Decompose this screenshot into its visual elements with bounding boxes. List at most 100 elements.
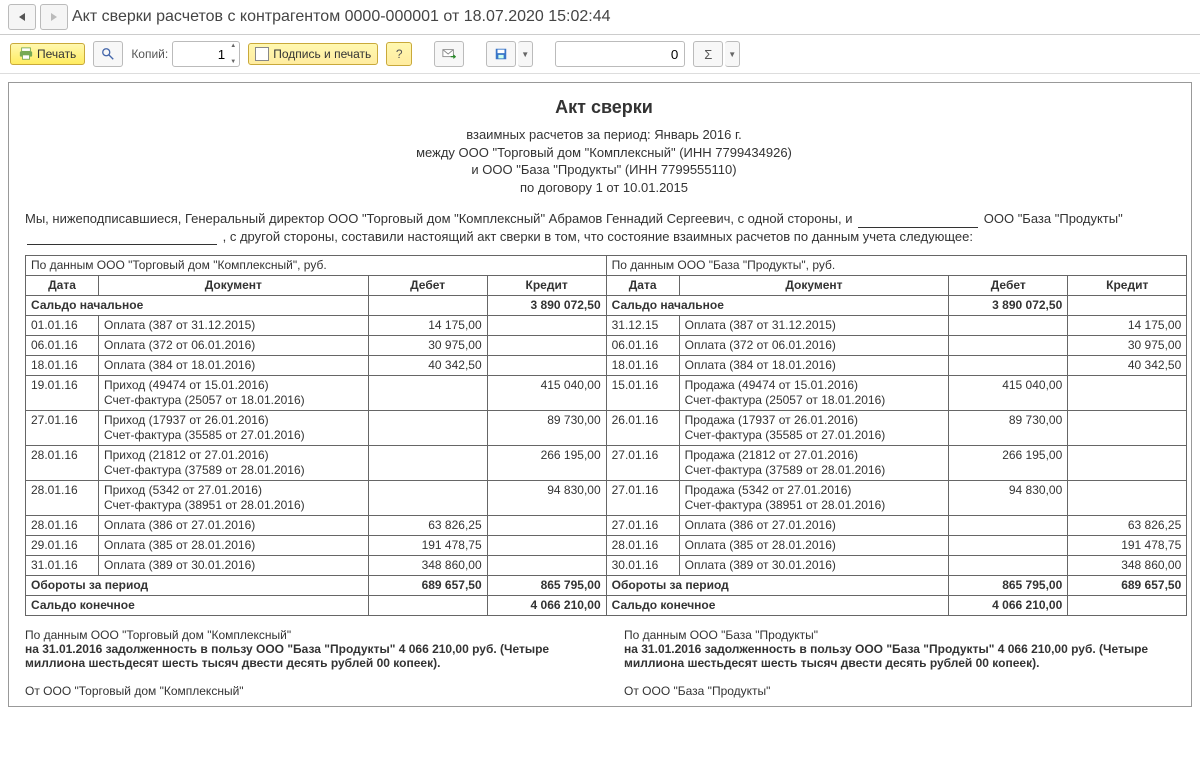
footer-from-right: От ООО "База "Продукты" <box>624 684 1183 698</box>
cell-doc-left: Оплата (372 от 06.01.2016) <box>99 336 369 356</box>
turnover-label-left: Обороты за период <box>26 576 369 596</box>
table-row: 01.01.16Оплата (387 от 31.12.2015)14 175… <box>26 316 1187 336</box>
cell-credit-right: 348 860,00 <box>1068 556 1187 576</box>
cell-debit-left <box>368 481 487 516</box>
table-row: 31.01.16Оплата (389 от 30.01.2016)348 86… <box>26 556 1187 576</box>
col-doc-right: Документ <box>679 276 949 296</box>
cell-date-left: 01.01.16 <box>26 316 99 336</box>
footer: По данным ООО "Торговый дом "Комплексный… <box>25 628 1183 698</box>
number-input[interactable] <box>555 41 685 67</box>
preamble: Мы, нижеподписавшиеся, Генеральный дирек… <box>25 210 1183 245</box>
cell-date-left: 19.01.16 <box>26 376 99 411</box>
cell-credit-right <box>1068 376 1187 411</box>
nav-forward-button[interactable] <box>40 4 68 30</box>
window-title: Акт сверки расчетов с контрагентом 0000-… <box>72 8 611 26</box>
closing-credit-left: 4 066 210,00 <box>487 596 606 616</box>
cell-doc-left: Оплата (384 от 18.01.2016) <box>99 356 369 376</box>
preview-button[interactable] <box>93 41 123 67</box>
cell-doc-right: Оплата (384 от 18.01.2016) <box>679 356 949 376</box>
footer-from-left: От ООО "Торговый дом "Комплексный" <box>25 684 584 698</box>
cell-doc-left: Оплата (387 от 31.12.2015) <box>99 316 369 336</box>
table-row: 29.01.16Оплата (385 от 28.01.2016)191 47… <box>26 536 1187 556</box>
sign-and-print-label: Подпись и печать <box>273 47 371 61</box>
right-section-header: По данным ООО "База "Продукты", руб. <box>606 256 1187 276</box>
cell-doc-right: Продажа (21812 от 27.01.2016)Счет-фактур… <box>679 446 949 481</box>
cell-date-left: 18.01.16 <box>26 356 99 376</box>
cell-debit-left: 191 478,75 <box>368 536 487 556</box>
cell-date-left: 28.01.16 <box>26 446 99 481</box>
chevron-down-icon: ▼ <box>521 50 529 59</box>
print-button[interactable]: Печать <box>10 43 85 65</box>
cell-doc-right: Оплата (387 от 31.12.2015) <box>679 316 949 336</box>
cell-debit-right <box>949 316 1068 336</box>
cell-date-right: 18.01.16 <box>606 356 679 376</box>
cell-doc-left: Приход (49474 от 15.01.2016)Счет-фактура… <box>99 376 369 411</box>
cell-credit-left: 89 730,00 <box>487 411 606 446</box>
printer-icon <box>19 47 33 61</box>
cell-debit-left: 348 860,00 <box>368 556 487 576</box>
closing-debit-left <box>368 596 487 616</box>
doc-sub-line-3: и ООО "База "Продукты" (ИНН 7799555110) <box>17 161 1191 179</box>
row-closing-balance: Сальдо конечное 4 066 210,00 Сальдо коне… <box>26 596 1187 616</box>
closing-label-right: Сальдо конечное <box>606 596 949 616</box>
cell-debit-right: 415 040,00 <box>949 376 1068 411</box>
help-button[interactable]: ? <box>386 42 412 66</box>
footer-source-right: По данным ООО "База "Продукты" <box>624 628 1183 642</box>
cell-credit-left <box>487 556 606 576</box>
cell-debit-left: 30 975,00 <box>368 336 487 356</box>
spin-up-icon: ▲ <box>228 43 238 49</box>
cell-doc-right: Продажа (17937 от 26.01.2016)Счет-фактур… <box>679 411 949 446</box>
opening-debit-right: 3 890 072,50 <box>949 296 1068 316</box>
send-email-button[interactable] <box>434 41 464 67</box>
cell-debit-right <box>949 336 1068 356</box>
cell-date-right: 15.01.16 <box>606 376 679 411</box>
cell-credit-left <box>487 516 606 536</box>
sum-button[interactable]: Σ <box>693 41 723 67</box>
cell-doc-left: Оплата (385 от 28.01.2016) <box>99 536 369 556</box>
cell-doc-left: Оплата (389 от 30.01.2016) <box>99 556 369 576</box>
cell-date-left: 27.01.16 <box>26 411 99 446</box>
cell-credit-left: 266 195,00 <box>487 446 606 481</box>
copies-spinner[interactable]: ▲ ▼ <box>228 43 238 65</box>
closing-debit-right: 4 066 210,00 <box>949 596 1068 616</box>
cell-debit-right <box>949 356 1068 376</box>
save-dropdown-button[interactable]: ▼ <box>518 41 533 67</box>
nav-back-button[interactable] <box>8 4 36 30</box>
table-column-header-row: Дата Документ Дебет Кредит Дата Документ… <box>26 276 1187 296</box>
opening-debit-left <box>368 296 487 316</box>
cell-doc-right: Продажа (5342 от 27.01.2016)Счет-фактура… <box>679 481 949 516</box>
cell-doc-left: Приход (5342 от 27.01.2016)Счет-фактура … <box>99 481 369 516</box>
col-debit-right: Дебет <box>949 276 1068 296</box>
cell-credit-right <box>1068 446 1187 481</box>
col-date-left: Дата <box>26 276 99 296</box>
sum-dropdown-button[interactable]: ▼ <box>725 41 740 67</box>
row-opening-balance: Сальдо начальное 3 890 072,50 Сальдо нач… <box>26 296 1187 316</box>
opening-credit-left: 3 890 072,50 <box>487 296 606 316</box>
table-row: 28.01.16Приход (21812 от 27.01.2016)Счет… <box>26 446 1187 481</box>
cell-date-left: 28.01.16 <box>26 481 99 516</box>
cell-doc-right: Оплата (372 от 06.01.2016) <box>679 336 949 356</box>
cell-doc-left: Оплата (386 от 27.01.2016) <box>99 516 369 536</box>
cell-credit-right: 14 175,00 <box>1068 316 1187 336</box>
col-debit-left: Дебет <box>368 276 487 296</box>
cell-doc-right: Оплата (386 от 27.01.2016) <box>679 516 949 536</box>
cell-credit-right: 30 975,00 <box>1068 336 1187 356</box>
cell-date-left: 06.01.16 <box>26 336 99 356</box>
save-button[interactable] <box>486 41 516 67</box>
checkbox-icon <box>255 47 269 61</box>
doc-title: Акт сверки <box>17 97 1191 118</box>
cell-debit-right <box>949 516 1068 536</box>
turnover-credit-right: 689 657,50 <box>1068 576 1187 596</box>
table-section-header-row: По данным ООО "Торговый дом "Комплексный… <box>26 256 1187 276</box>
cell-credit-right: 191 478,75 <box>1068 536 1187 556</box>
footer-text-right: на 31.01.2016 задолженность в пользу ООО… <box>624 642 1183 670</box>
cell-date-left: 31.01.16 <box>26 556 99 576</box>
preamble-text-2: , с другой стороны, составили настоящий … <box>223 229 973 244</box>
opening-credit-right <box>1068 296 1187 316</box>
sign-and-print-toggle[interactable]: Подпись и печать <box>248 43 378 65</box>
doc-subtitle: взаимных расчетов за период: Январь 2016… <box>17 126 1191 196</box>
cell-date-right: 27.01.16 <box>606 481 679 516</box>
reconciliation-table: По данным ООО "Торговый дом "Комплексный… <box>25 255 1187 616</box>
question-icon: ? <box>396 47 403 61</box>
cell-credit-left <box>487 536 606 556</box>
